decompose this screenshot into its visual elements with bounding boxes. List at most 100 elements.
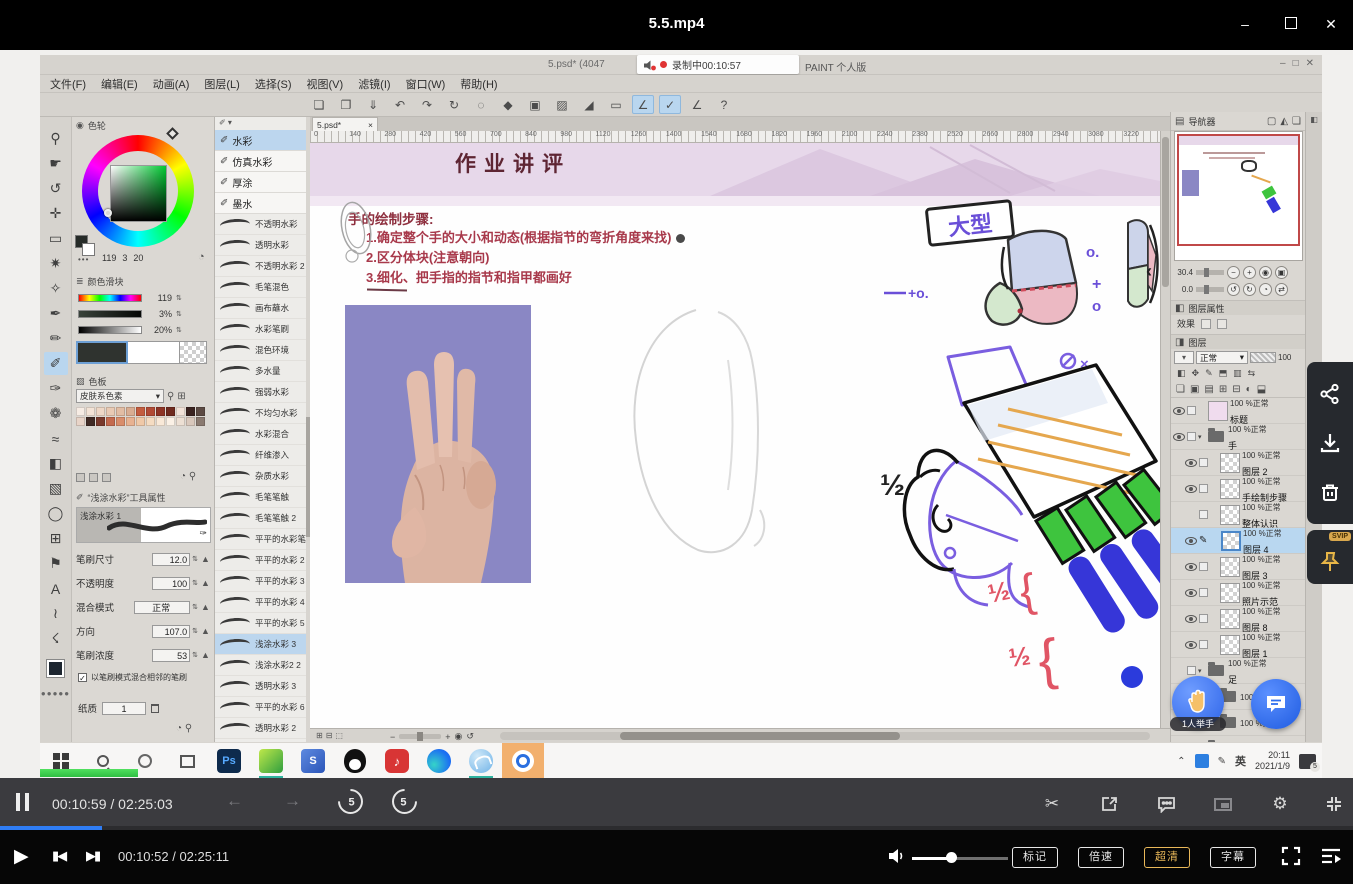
tray-app-icon[interactable]	[1195, 754, 1209, 768]
new-folder-icon[interactable]: ▣	[1190, 384, 1199, 395]
brush-setting-row[interactable]: 方向 107.0 ⇅ ▲	[76, 621, 211, 641]
menu-item[interactable]: 视图(V)	[307, 76, 344, 92]
brush-item[interactable]: 不透明水彩 2	[215, 256, 310, 277]
layer-checkbox[interactable]	[1199, 458, 1208, 467]
rotate-reset-icon[interactable]: ◔	[1259, 283, 1272, 296]
rotate-reset-button[interactable]: ↺	[466, 731, 474, 742]
player-option-button[interactable]: 标记 NEW	[1012, 847, 1058, 868]
task-view-button[interactable]	[166, 743, 208, 779]
palette-menu-icons[interactable]: ◔ ⚲	[180, 471, 196, 482]
brush-tool-icon[interactable]: ✑	[44, 377, 68, 400]
menu-item[interactable]: 编辑(E)	[101, 76, 138, 92]
subtool-group[interactable]: ✐ 墨水	[215, 193, 309, 214]
menu-item[interactable]: 窗口(W)	[406, 76, 446, 92]
brush-setting-row[interactable]: 笔刷浓度 53 ⇅ ▲	[76, 645, 211, 665]
edge-icon[interactable]	[418, 743, 460, 779]
brush-item[interactable]: 平平的水彩笔	[215, 529, 310, 550]
palette-swatch[interactable]	[106, 417, 115, 426]
menu-item[interactable]: 选择(S)	[255, 76, 292, 92]
effect-border-icon[interactable]	[1201, 319, 1211, 329]
brush-item[interactable]: 毛笔笔触	[215, 487, 310, 508]
palette-swatch[interactable]	[156, 407, 165, 416]
visibility-toggle-icon[interactable]	[1185, 641, 1197, 649]
brush-item[interactable]: 浅涂水彩2 2	[215, 655, 310, 676]
new-layer-icon[interactable]: ❏	[1176, 384, 1185, 395]
history-icon[interactable]: ❏	[1292, 116, 1301, 127]
layer-thumbnail[interactable]	[1220, 505, 1240, 525]
brush-item[interactable]: 透明水彩 2	[215, 718, 310, 739]
setting-extra-icon[interactable]: ▲	[201, 554, 211, 564]
palette-swatch[interactable]	[126, 417, 135, 426]
layer-row[interactable]: ✎ 100 %正常 图层 4	[1171, 528, 1306, 554]
brush-item[interactable]: 纤维渗入	[215, 445, 310, 466]
frame-icon[interactable]: ▭	[605, 95, 627, 114]
visibility-toggle-icon[interactable]	[1185, 459, 1197, 467]
zoom-in-icon[interactable]: +	[1243, 266, 1256, 279]
marquee-tool-icon[interactable]: ▭	[44, 227, 68, 250]
subtool-group[interactable]: ✐ 水彩	[215, 130, 309, 151]
layer-checkbox[interactable]	[1187, 406, 1196, 415]
eyedropper-tool-icon[interactable]: ✧	[44, 277, 68, 300]
visibility-toggle-icon[interactable]	[1185, 485, 1197, 493]
export-button[interactable]	[1097, 792, 1121, 816]
layer-row[interactable]: ✎ 100 %正常 手绘制步骤	[1171, 476, 1306, 502]
menu-item[interactable]: 图层(L)	[204, 76, 239, 92]
palette-swatch[interactable]	[186, 417, 195, 426]
brush-item[interactable]: 画布蘸水	[215, 298, 310, 319]
setting-extra-icon[interactable]: ▲	[201, 602, 211, 612]
tool-overflow-dots[interactable]: ●●●●●	[41, 689, 70, 698]
comment-button[interactable]	[1154, 792, 1178, 816]
palette-add-icon[interactable]: ⊞	[177, 391, 185, 402]
layer-checkbox[interactable]	[1199, 588, 1208, 597]
setting-extra-icon[interactable]: ▲	[201, 578, 211, 588]
open-file-icon[interactable]: ❐	[335, 95, 357, 114]
brush-item[interactable]: 平平的水彩 6	[215, 697, 310, 718]
player-option-button[interactable]: 字幕	[1210, 847, 1256, 868]
rotate-canvas-icon[interactable]: ↺	[44, 177, 68, 200]
layer-checkbox[interactable]	[1199, 562, 1208, 571]
select-shape-icon[interactable]: ◆	[497, 95, 519, 114]
new-file-icon[interactable]: ❏	[308, 95, 330, 114]
save-icon[interactable]: ⇓	[362, 95, 384, 114]
info-icon[interactable]: ◭	[1280, 116, 1288, 127]
palette-swatch[interactable]	[116, 407, 125, 416]
brush-setting-row[interactable]: 笔刷尺寸 12.0 ⇅ ▲	[76, 549, 211, 569]
snap-ruler-icon[interactable]: ∠	[632, 95, 654, 114]
visibility-toggle-icon[interactable]	[1185, 537, 1197, 545]
layer-thumbnail[interactable]	[1220, 583, 1240, 603]
pip-button[interactable]	[1211, 792, 1235, 816]
frame-border-tool-icon[interactable]: ⊞	[44, 527, 68, 550]
rotate-left-icon[interactable]: ↺	[1227, 283, 1240, 296]
horizontal-scrollbar[interactable]	[500, 732, 1150, 740]
setting-stepper[interactable]: ⇅	[192, 651, 198, 659]
rotate-right-icon[interactable]: ↻	[1243, 283, 1256, 296]
brush-item[interactable]: 平平的水彩 5	[215, 613, 310, 634]
brush-item[interactable]: 强弱水彩	[215, 382, 310, 403]
menu-item[interactable]: 文件(F)	[50, 76, 86, 92]
fit-button[interactable]: ◉	[455, 731, 463, 742]
share-button[interactable]	[1315, 379, 1345, 409]
palette-swatch[interactable]	[166, 407, 175, 416]
effect-tone-icon[interactable]	[1217, 319, 1227, 329]
saturation-stepper[interactable]: ⇅	[176, 310, 182, 318]
forward-5-button[interactable]: 5	[387, 784, 422, 819]
layer-row[interactable]: ✎ 100 %正常 照片示范	[1171, 580, 1306, 606]
help-icon[interactable]: ?	[713, 95, 735, 114]
palette-swatch[interactable]	[166, 417, 175, 426]
navigator-zoom-slider[interactable]	[1196, 270, 1224, 275]
player-option-button[interactable]: 倍速 NEW	[1078, 847, 1124, 868]
palette-swatch[interactable]	[96, 417, 105, 426]
delete-layer-icon[interactable]: ⬓	[1257, 384, 1266, 395]
layer-row[interactable]: ✎ 100 %正常 整体认识	[1171, 502, 1306, 528]
palette-swatch[interactable]	[136, 407, 145, 416]
wand-tool-icon[interactable]: ✷	[44, 252, 68, 275]
brush-item[interactable]: 多水量	[215, 361, 310, 382]
step-back-icon[interactable]: ←	[226, 791, 243, 811]
layer-checkbox[interactable]	[1187, 666, 1196, 675]
window-maximize-button[interactable]	[1278, 13, 1304, 35]
layer-checkbox[interactable]	[1199, 614, 1208, 623]
windows-ink-icon[interactable]: ✎	[1218, 756, 1226, 767]
color-history-icon[interactable]: ◔	[198, 251, 205, 263]
zoom-out-button[interactable]: −	[390, 732, 395, 742]
svip-pin-widget[interactable]: SVIP	[1307, 530, 1353, 584]
